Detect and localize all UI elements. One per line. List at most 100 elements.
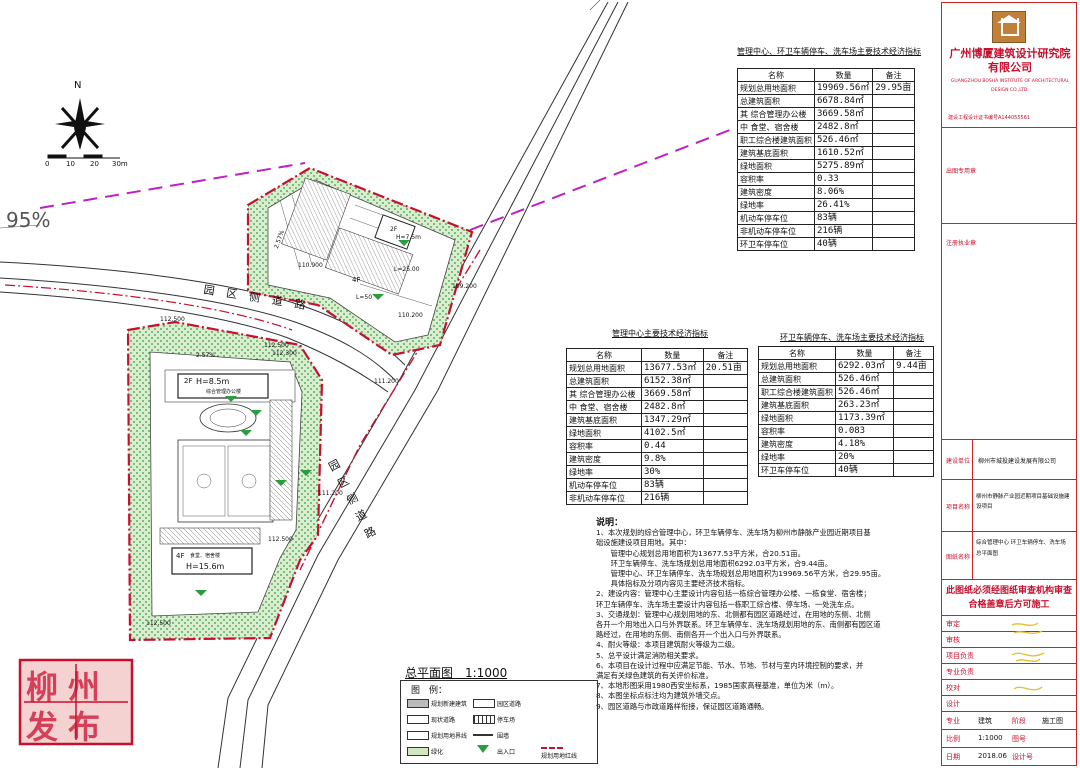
table-cell: 526.46㎡ [834,385,895,399]
table-cell-text: 食堂、宿舍楼 [750,122,799,132]
elevation-2: 112.500 [264,342,289,349]
table-cell: 1173.39㎡ [834,411,895,425]
notes-line: 管理中心、环卫车辆停车、洗车场规划总用地面积为19969.56平方米，合29.9… [596,569,886,579]
table-row: 规划总用地面积 13677.53㎡ 20.51亩 [566,361,749,375]
building-west2-floors: 4F [176,552,185,560]
table-cell: 绿地率 [758,450,836,464]
watermark-line2: 发布 [26,708,111,746]
table-cell [702,413,749,427]
elevation-1: 112.500 [160,316,185,323]
footer-row-3: 日期 2018.06 设计号 [942,747,1076,766]
elevation-5: 110.200 [398,312,423,319]
table-cell [702,439,749,453]
table-row: 绿地率 20% [758,450,934,464]
building-north2-floors: 4F [352,276,361,284]
table-row: 建筑基底面积 1610.52㎡ [737,146,915,160]
legend-title: 图 例： [411,686,448,696]
design-notes: 说明： 1、本次规划的综合管理中心，环卫车辆停车、洗车场为柳州市静脉产业园近期项… [596,518,934,712]
notes-line: 4、耐火等级：本项目建筑耐火等级为二级。 [596,640,740,650]
table-row: 绿地面积 5275.89㎡ [737,159,915,173]
table-cell [872,133,915,147]
table-row: 总建筑面积 6678.84㎡ [737,94,915,108]
table-cell: 26.41% [813,198,874,212]
north-label: N [74,80,82,91]
footer-row-1: 专业 建筑 阶段 施工图 [942,711,1076,730]
notes-line: 环卫车辆停车、洗车场规划总用地面积6292.03平方米，合9.44亩。 [596,558,833,568]
table-cell: 526.46㎡ [834,372,895,386]
table-cell: 总建筑面积 [737,94,815,108]
table-cell: 绿地面积 [737,159,815,173]
stamp-row: 出图专用章 [942,127,1076,224]
warning-text: 此图纸必须经图纸审查机构审查合格盖章后方可施工 [946,586,1073,610]
table-row: 建筑基底面积 263.23㎡ [758,398,934,412]
notes-line: 8、本图坐标点标注均为建筑外墙交点。 [596,691,725,701]
table-main: 名称 数量 备注 规划总用地面积 19969.56㎡ 29.95亩 总建筑面积 6678.… [737,68,915,251]
table-cell: 容积率 [566,439,642,453]
table-cell: 机动车停车位 [737,211,815,225]
notes-line: 9、园区道路与市政道路样衔接，保证园区道路通畅。 [596,701,769,711]
table-cell: 规划总用地面积 [566,361,642,375]
table-cell: 6678.84㎡ [813,94,874,108]
table-row: 绿地面积 1173.39㎡ [758,411,934,425]
table-row: 容积率 0.083 [758,424,934,438]
notes-line: 环卫车辆停车、洗车场主要设计内容包括一栋职工综合楼、停车场、一处洗车点。 [596,599,859,609]
table-cell [872,94,915,108]
scale-label-10: 10 [66,160,75,168]
table-cell: 3669.58㎡ [641,387,704,401]
table-row: 其 综合管理办公楼 3669.58㎡ [737,107,915,121]
project-value: 柳州市静脉产业园近期项目基础设施建设项目 [976,494,1070,510]
stamp-label: 出图专用章 [946,168,977,175]
legend-swatch [407,715,429,724]
table-cell [893,437,934,451]
table-cell: 规划总用地面积 [737,81,815,95]
legend-swatch [407,731,429,740]
table-cell-text: 综合管理办公楼 [579,389,636,399]
plan-title: 总平面图 1:1000 [405,666,508,680]
legend-swatch [407,747,429,756]
table-row: 职工综合楼建筑面积 526.46㎡ [737,133,915,147]
client-row: 建设单位 柳州市城投建设发展有限公司 [942,439,1076,480]
table-cell: 4.18% [834,437,895,451]
drawing-value: 综合管理中心 环卫车辆停车、洗车场 总平面图 [976,540,1066,557]
table-header: 名称 [758,346,836,360]
table-cell: 9.8% [641,452,704,466]
building-north-height: H=7.5m [396,234,421,241]
side-label: 其 [740,109,748,119]
table-cell: 建筑基底面积 [758,398,836,412]
north-arrow [55,98,105,150]
legend-swatch [407,699,429,708]
table-cell: 绿地面积 [566,426,642,440]
notes-line: 1、本次规划的综合管理中心，环卫车辆停车、洗车场为柳州市静脉产业园近期项目基 [596,528,871,538]
table-row: 规划总用地面积 6292.03㎡ 9.44亩 [758,359,934,373]
table-cell: 建筑密度 [758,437,836,451]
scale-label-0: 0 [45,160,50,168]
slope-3: L=50 [356,294,373,301]
table-row: 机动车停车位 83辆 [737,211,915,225]
elevation-4: 110.900 [298,262,323,269]
scale-label-20: 20 [90,160,99,168]
footer-row-2: 比例 1:1000 图号 [942,729,1076,748]
table-cell [893,372,934,386]
table-row: 绿地率 30% [566,465,749,479]
table-row: 容积率 0.44 [566,439,749,453]
table-cell: 19969.56㎡ [813,81,874,95]
table-cell: 绿地率 [737,198,815,212]
elevation-10: 112.500 [268,536,293,543]
table-cell: 40辆 [834,463,895,477]
table-cell-text: 食堂、宿舍楼 [579,402,628,412]
table-row: 建筑密度 8.06% [737,185,915,199]
slope-1: 2.57% [196,352,216,359]
notes-line: 管理中心规划总用地面积为13677.53平方米，合20.51亩。 [596,548,805,558]
table-cell [893,411,934,425]
management-parcel [126,320,324,642]
building-west2-sub: 食堂、宿舍楼 [190,553,221,559]
firm-name-en-2: DESIGN CO.,LTD. [991,88,1029,93]
legend-item: 规划用地界线 [431,733,468,740]
table-cell [702,491,749,505]
client-value: 柳州市城投建设发展有限公司 [978,458,1057,465]
reg-stamp-row: 注册执业章 [942,223,1076,440]
legend-item: 围墙 [497,733,510,740]
table-row: 名称 数量 备注 [737,68,915,82]
table-cell: 建筑密度 [737,185,815,199]
table-cell: 1347.29㎡ [641,413,704,427]
